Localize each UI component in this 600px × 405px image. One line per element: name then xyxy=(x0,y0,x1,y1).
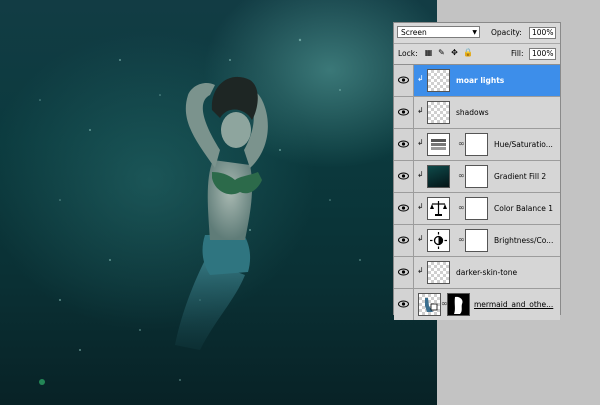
layer-row[interactable]: ↲ ∞ Hue/Saturatio... xyxy=(394,129,560,161)
visibility-toggle[interactable] xyxy=(394,289,414,320)
lock-all-icon[interactable]: 🔒 xyxy=(463,48,473,58)
blend-opacity-row: Screen ▼ Opacity: 100% xyxy=(394,23,560,44)
layer-thumbnail xyxy=(427,69,450,92)
link-icon[interactable]: ∞ xyxy=(458,203,465,212)
mermaid-artwork xyxy=(39,38,361,385)
layer-thumbnail xyxy=(418,293,441,316)
link-icon[interactable]: ∞ xyxy=(458,235,465,244)
layer-row[interactable]: ↲ darker-skin-tone xyxy=(394,257,560,289)
visibility-toggle[interactable] xyxy=(394,129,414,160)
opacity-field[interactable]: 100% xyxy=(529,27,556,39)
visibility-toggle[interactable] xyxy=(394,97,414,128)
layer-row[interactable]: ∞ mermaid_and_othe... xyxy=(394,289,560,320)
document-canvas[interactable] xyxy=(0,0,437,405)
layer-name: mermaid_and_othe... xyxy=(474,300,554,309)
layer-row[interactable]: ↲ moar lights xyxy=(394,65,560,97)
link-icon[interactable]: ∞ xyxy=(458,171,465,180)
lock-transparent-icon[interactable]: ▦ xyxy=(424,48,433,58)
fill-label: Fill: xyxy=(511,49,524,58)
eye-icon xyxy=(398,172,409,180)
clipping-arrow-icon: ↲ xyxy=(417,266,424,275)
clipping-arrow-icon: ↲ xyxy=(417,138,424,147)
fill-value: 100% xyxy=(532,49,554,58)
visibility-toggle[interactable] xyxy=(394,225,414,256)
layer-thumbnail xyxy=(427,261,450,284)
layer-name: Hue/Saturatio... xyxy=(494,140,553,149)
layer-name: Color Balance 1 xyxy=(494,204,554,213)
opacity-label: Opacity: xyxy=(491,28,522,37)
clipping-arrow-icon: ↲ xyxy=(417,106,424,115)
layer-row[interactable]: ↲ shadows xyxy=(394,97,560,129)
lock-row: Lock: ▦ ✎ ✥ 🔒 Fill: 100% xyxy=(394,44,560,65)
layer-name: darker-skin-tone xyxy=(456,268,518,277)
blend-mode-value: Screen xyxy=(401,28,427,37)
layer-row[interactable]: ↲ ∞ Color Balance 1 xyxy=(394,193,560,225)
gradient-thumbnail xyxy=(427,165,450,188)
layer-name: Brightness/Co... xyxy=(494,236,554,245)
lock-brush-icon[interactable]: ✎ xyxy=(437,48,446,58)
layer-row[interactable]: ↲ ∞ Gradient Fill 2 xyxy=(394,161,560,193)
clipping-arrow-icon: ↲ xyxy=(417,170,424,179)
eye-icon xyxy=(398,300,409,308)
link-icon[interactable]: ∞ xyxy=(458,139,465,148)
eye-icon xyxy=(398,76,409,84)
eye-icon xyxy=(398,140,409,148)
layer-name: Gradient Fill 2 xyxy=(494,172,547,181)
chevron-down-icon: ▼ xyxy=(472,29,477,36)
visibility-toggle[interactable] xyxy=(394,257,414,288)
blend-mode-select[interactable]: Screen ▼ xyxy=(397,26,480,38)
layer-mask-thumbnail xyxy=(447,293,470,316)
layer-mask-thumbnail xyxy=(465,165,488,188)
visibility-toggle[interactable] xyxy=(394,161,414,192)
lock-label: Lock: xyxy=(398,49,418,58)
eye-icon xyxy=(398,268,409,276)
color-balance-icon xyxy=(427,197,450,220)
brightness-contrast-icon xyxy=(427,229,450,252)
lock-position-icon[interactable]: ✥ xyxy=(450,48,459,58)
visibility-toggle[interactable] xyxy=(394,65,414,96)
hue-saturation-icon xyxy=(427,133,450,156)
layer-mask-thumbnail xyxy=(465,229,488,252)
layer-mask-thumbnail xyxy=(465,133,488,156)
eye-icon xyxy=(398,236,409,244)
eye-icon xyxy=(398,108,409,116)
eye-icon xyxy=(398,204,409,212)
clipping-arrow-icon: ↲ xyxy=(417,74,424,83)
fill-field[interactable]: 100% xyxy=(529,48,556,60)
clipping-arrow-icon: ↲ xyxy=(417,202,424,211)
opacity-value: 100% xyxy=(532,28,554,37)
clipping-arrow-icon: ↲ xyxy=(417,234,424,243)
layer-row[interactable]: ↲ ∞ Brightness/Co... xyxy=(394,225,560,257)
layer-name: shadows xyxy=(456,108,489,117)
layer-mask-thumbnail xyxy=(465,197,488,220)
layer-name: moar lights xyxy=(456,76,505,85)
layer-thumbnail xyxy=(427,101,450,124)
visibility-toggle[interactable] xyxy=(394,193,414,224)
layers-panel: Screen ▼ Opacity: 100% Lock: ▦ ✎ ✥ 🔒 Fil… xyxy=(393,22,561,320)
